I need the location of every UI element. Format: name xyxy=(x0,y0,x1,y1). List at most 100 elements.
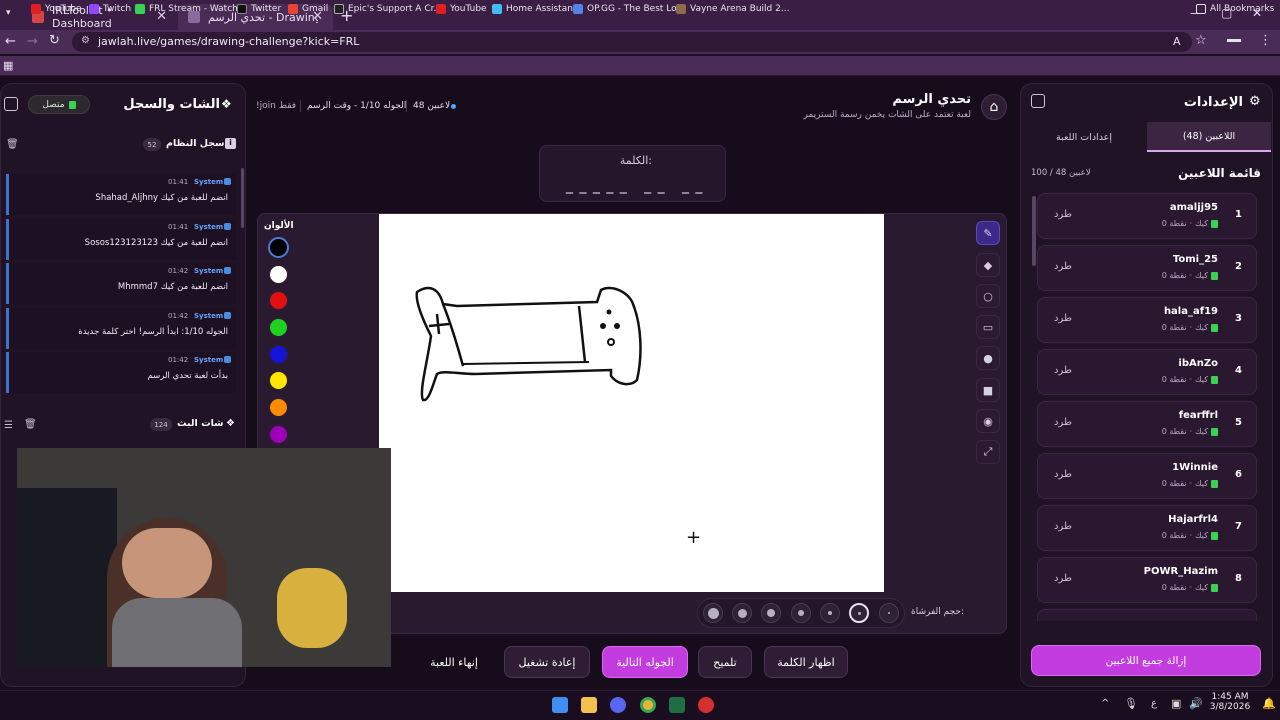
color-white[interactable] xyxy=(268,264,289,285)
volume-icon[interactable]: 🔊 xyxy=(1189,697,1203,710)
filled-rectangle-tool[interactable]: ■ xyxy=(976,378,1000,402)
bookmark-youtube-2[interactable]: YouTube xyxy=(436,4,487,14)
chevron-up-icon[interactable]: ^ xyxy=(1101,698,1109,709)
all-bookmarks[interactable]: All Bookmarks xyxy=(1196,4,1274,14)
player-platform: كيك xyxy=(1195,479,1208,488)
kick-player-button[interactable]: طرد xyxy=(1054,521,1072,532)
end-game-button[interactable]: إنهاء اللعبة xyxy=(420,646,488,678)
collapse-settings-icon[interactable] xyxy=(1031,94,1045,108)
player-name: amaljj95 xyxy=(1169,202,1218,213)
excel-icon[interactable] xyxy=(669,697,685,713)
vayne-icon xyxy=(676,4,686,14)
bookmark-twitch[interactable]: Twitch xyxy=(89,4,131,14)
log-item: 01:41 System Sosos123123123 انضم للعبة م… xyxy=(6,219,236,260)
collapse-panel-icon[interactable] xyxy=(4,97,18,111)
kick-player-button[interactable]: طرد xyxy=(1054,469,1072,480)
eraser-tool[interactable]: ◆ xyxy=(976,253,1000,277)
kick-player-button[interactable]: طرد xyxy=(1054,209,1072,220)
brush-size-option[interactable] xyxy=(761,603,781,623)
reveal-word-button[interactable]: اظهار الكلمة xyxy=(764,646,848,678)
tab-game-settings[interactable]: إعدادات اللعبة xyxy=(1022,122,1146,152)
brush-size-option[interactable] xyxy=(703,603,723,623)
bookmark-epic[interactable]: Epic's Support A Cr... xyxy=(334,4,442,14)
windows-start-icon[interactable] xyxy=(552,697,568,713)
reload-icon[interactable]: ↻ xyxy=(49,33,60,48)
brush-size-option[interactable] xyxy=(732,603,752,623)
kick-player-button[interactable]: طرد xyxy=(1054,417,1072,428)
log-scrollbar[interactable] xyxy=(241,168,244,228)
language-indicator[interactable]: ع xyxy=(1151,698,1157,709)
brush-size-option[interactable] xyxy=(820,603,840,623)
chrome-icon[interactable] xyxy=(640,697,656,713)
address-bar[interactable]: ⚙ jawlah.live/games/drawing-challenge?ki… xyxy=(72,32,1192,52)
site-info-icon[interactable]: ⚙ xyxy=(81,35,90,46)
kick-player-button[interactable]: طرد xyxy=(1054,573,1072,584)
bookmark-twitter[interactable]: Twitter xyxy=(237,4,281,14)
system-log-count: 52 xyxy=(143,138,161,151)
kick-player-button[interactable]: طرد xyxy=(1054,261,1072,272)
log-author: System xyxy=(194,267,224,275)
circle-tool[interactable]: ○ xyxy=(976,284,1000,308)
apps-icon[interactable]: ▦ xyxy=(3,59,13,72)
kick-player-button[interactable]: طرد xyxy=(1054,313,1072,324)
brush-size-option[interactable] xyxy=(879,603,899,623)
color-red[interactable] xyxy=(268,290,289,311)
bookmark-youtube[interactable]: YouTube xyxy=(31,4,82,14)
kick-player-button[interactable]: طرد xyxy=(1054,365,1072,376)
profile-icon[interactable] xyxy=(1227,39,1241,42)
hint-button[interactable]: تلميح xyxy=(698,646,752,678)
player-name: 1Winnie xyxy=(1172,462,1218,473)
fill-tool[interactable]: ◉ xyxy=(976,409,1000,433)
opgg-icon xyxy=(573,4,583,14)
color-orange[interactable] xyxy=(268,397,289,418)
remove-all-players-button[interactable]: إزالة جميع اللاعبين xyxy=(1031,645,1261,676)
tab-search-icon[interactable]: ▾ xyxy=(6,8,11,18)
app-icon[interactable] xyxy=(698,697,714,713)
bookmark-star-icon[interactable]: ☆ xyxy=(1195,33,1207,48)
translate-icon[interactable]: A xyxy=(1173,35,1181,48)
menu-icon[interactable]: ⋮ xyxy=(1259,33,1272,48)
notifications-icon[interactable]: 🔔 xyxy=(1262,697,1276,710)
plush-toy xyxy=(277,568,347,648)
brush-size-option-selected[interactable] xyxy=(849,603,869,623)
clear-log-icon[interactable]: 🗑 xyxy=(6,139,19,150)
rectangle-tool[interactable]: ▭ xyxy=(976,315,1000,339)
filled-circle-tool[interactable]: ● xyxy=(976,346,1000,370)
network-icon[interactable]: ▣ xyxy=(1171,697,1181,710)
bookmark-gmail[interactable]: Gmail xyxy=(288,4,328,14)
bookmark-opgg[interactable]: OP.GG - The Best Lo... xyxy=(573,4,685,14)
file-explorer-icon[interactable] xyxy=(581,697,597,713)
tab-players[interactable]: اللاعبين (48) xyxy=(1147,122,1271,152)
color-purple[interactable] xyxy=(268,424,289,445)
streamer-shirt xyxy=(112,598,242,667)
bookmark-home-assistant[interactable]: Home Assistant xyxy=(492,4,576,14)
bookmark-vayne[interactable]: Vayne Arena Build 2... xyxy=(676,4,789,14)
players-scrollbar[interactable] xyxy=(1032,196,1036,266)
color-blue[interactable] xyxy=(268,344,289,365)
restart-button[interactable]: إعادة تشغيل xyxy=(504,646,590,678)
next-round-button[interactable]: الجوله التالية xyxy=(602,646,688,678)
kick-icon xyxy=(1211,583,1218,592)
bookmark-frl-stream[interactable]: FRL Stream - Watch... xyxy=(135,4,246,14)
discord-icon[interactable] xyxy=(610,697,626,713)
clock[interactable]: 1:45 AM 3/8/2026 xyxy=(1207,692,1253,712)
back-icon[interactable]: ← xyxy=(5,34,16,49)
list-icon[interactable]: ☰ xyxy=(4,420,13,431)
forward-icon[interactable]: → xyxy=(27,34,38,49)
color-yellow[interactable] xyxy=(268,370,289,391)
player-meta: 0 نقطة · كيك xyxy=(1162,583,1218,592)
line-tool[interactable]: ⤢ xyxy=(976,440,1000,464)
word-label: الكلمة: xyxy=(619,154,652,167)
folder-icon xyxy=(1196,4,1206,14)
drawing-canvas[interactable] xyxy=(379,214,884,592)
kick-icon xyxy=(1211,219,1218,228)
clear-chat-icon[interactable]: 🗑 xyxy=(24,419,37,430)
microphone-icon[interactable]: 🎙 xyxy=(1124,697,1138,710)
player-card: 6 1Winnie 0 نقطة · كيك طرد xyxy=(1037,453,1257,499)
home-button[interactable]: ⌂ xyxy=(981,94,1007,120)
player-name: ibAnZo xyxy=(1178,358,1218,369)
color-green[interactable] xyxy=(268,317,289,338)
color-black[interactable] xyxy=(268,237,289,258)
brush-size-option[interactable] xyxy=(791,603,811,623)
pencil-tool[interactable]: ✎ xyxy=(976,221,1000,245)
